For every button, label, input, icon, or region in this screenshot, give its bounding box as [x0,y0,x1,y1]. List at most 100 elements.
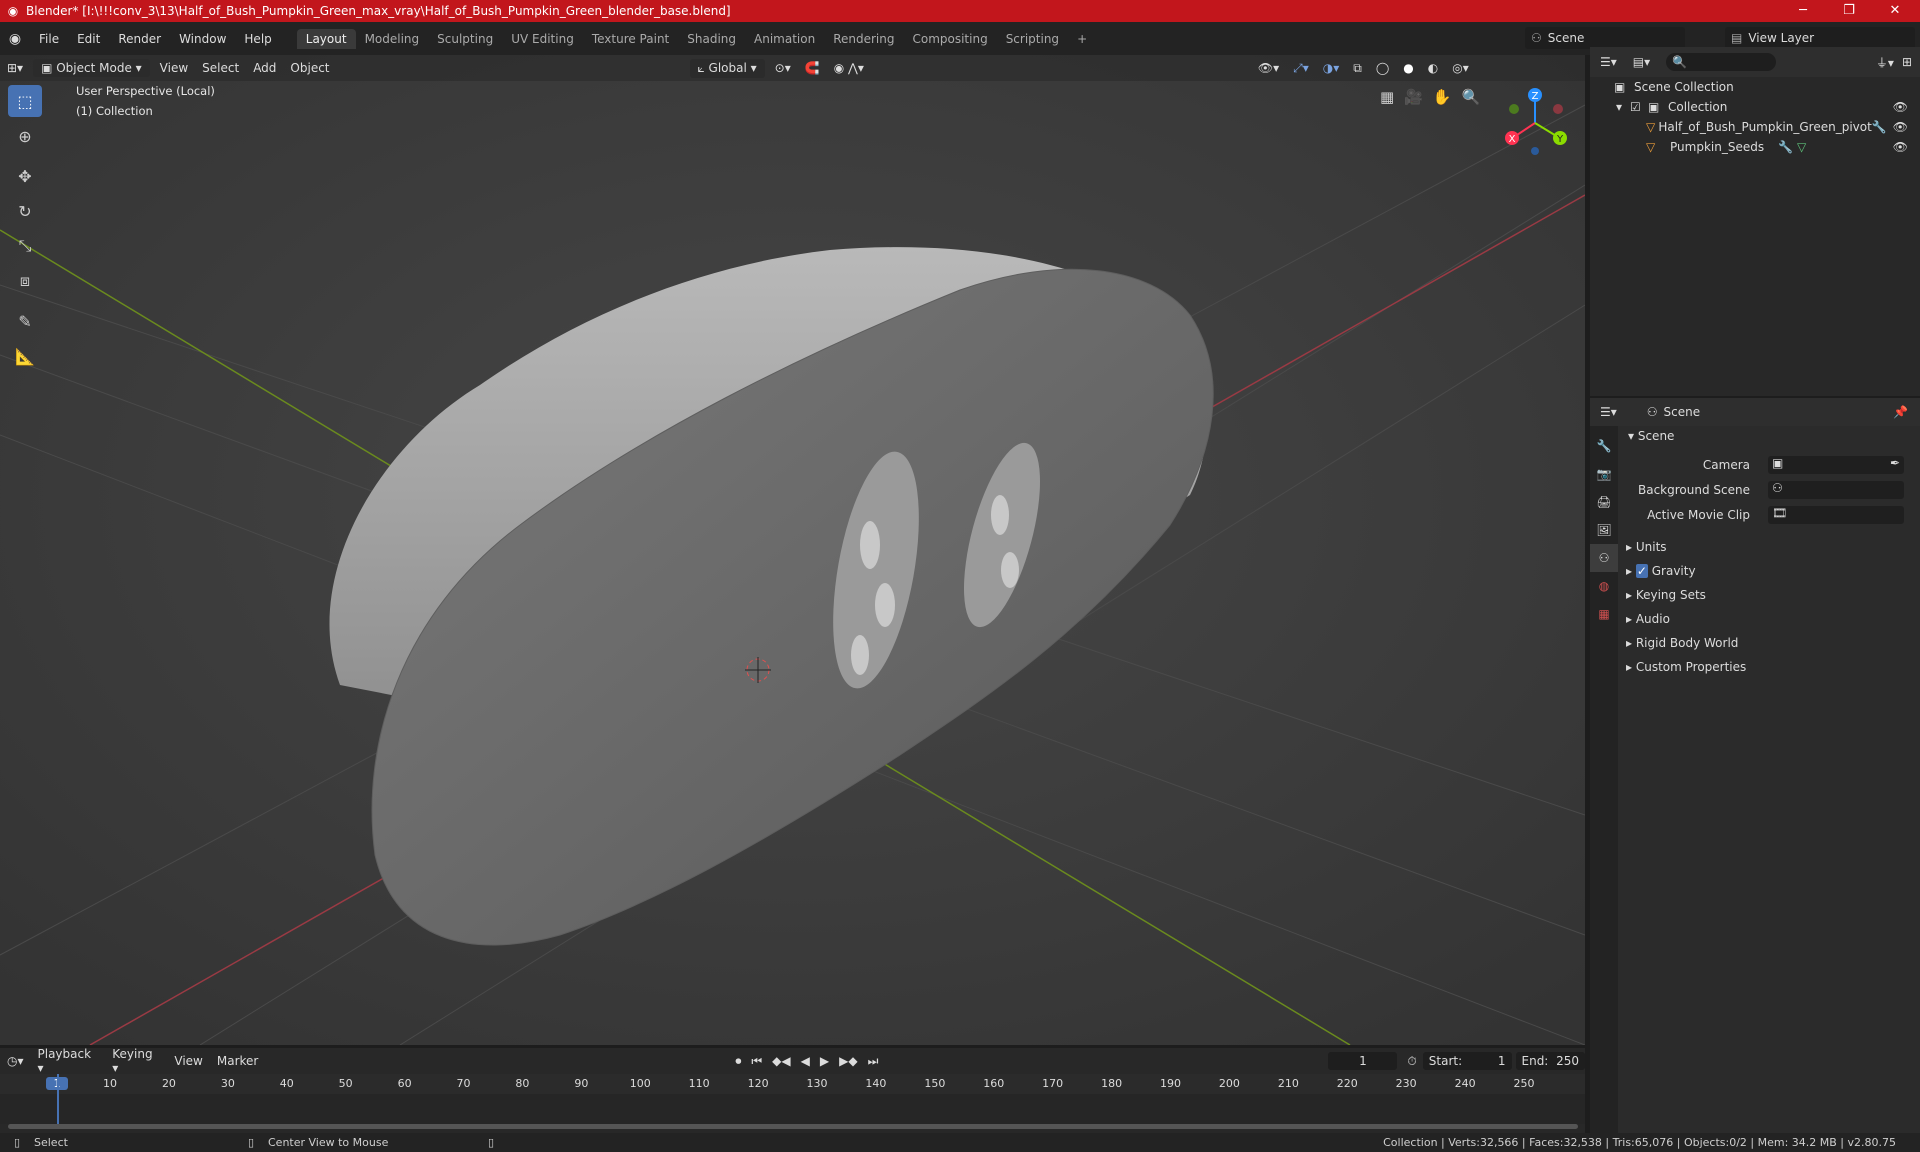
menu-help[interactable]: Help [235,32,280,46]
eyedropper-icon[interactable]: ✒ [1890,456,1904,470]
start-frame-field[interactable]: Start: 1 [1422,1052,1512,1070]
timeline-menu-keying[interactable]: Keying ▾ [105,1045,167,1077]
zoom-icon[interactable]: 🔍 [1462,88,1481,106]
menu-window[interactable]: Window [170,32,235,46]
visibility-eye-icon[interactable]: 👁 [1893,100,1920,114]
active-movie-clip-field[interactable]: 🎞 [1768,506,1904,524]
tool-tab-icon[interactable]: 🔧 [1590,432,1618,460]
timeline-editor-type-icon[interactable]: ◷▾ [0,1052,31,1070]
rendered-shading-icon[interactable]: ◎▾ [1445,59,1476,77]
scene-section-header[interactable]: ▾ Scene [1628,429,1674,443]
panel-units[interactable]: ▸ Units [1626,540,1667,554]
tab-compositing[interactable]: Compositing [903,29,996,49]
scene-selector[interactable]: ⚇ Scene [1525,27,1685,49]
tab-modeling[interactable]: Modeling [356,29,429,49]
panel-audio[interactable]: ▸ Audio [1626,612,1670,626]
visibility-icon[interactable]: 👁▾ [1251,59,1286,77]
tab-texture-paint[interactable]: Texture Paint [583,29,678,49]
mesh-data-icon[interactable]: ▽ [1797,140,1806,154]
expand-arrow-icon[interactable]: ▾ [1590,100,1630,114]
checkbox-icon[interactable]: ☑ [1630,100,1648,114]
view-layer-selector[interactable]: ▤ View Layer [1725,27,1915,49]
outliner-row-scene-collection[interactable]: ▣ Scene Collection [1590,77,1920,97]
keyframe-area[interactable] [0,1094,1585,1124]
select-box-icon[interactable]: ⬚ [8,85,42,117]
outliner-row-object[interactable]: ▽ Half_of_Bush_Pumpkin_Green_pivot 🔧 👁 [1590,117,1920,137]
menu-edit[interactable]: Edit [68,32,109,46]
modifier-wrench-icon[interactable]: 🔧 [1872,120,1887,134]
viewport-menu-object[interactable]: Object [283,59,336,77]
tab-animation[interactable]: Animation [745,29,824,49]
outliner-row-collection[interactable]: ▾ ☑ ▣ Collection 👁 [1590,97,1920,117]
mode-dropdown[interactable]: ▣ Object Mode ▾ [33,59,150,77]
add-workspace-icon[interactable]: + [1068,29,1096,49]
transform-tool-icon[interactable]: ⧈ [8,265,42,297]
editor-type-icon[interactable]: ⊞▾ [0,59,30,77]
menu-file[interactable]: File [30,32,68,46]
jump-end-icon[interactable]: ⏭ [868,1054,879,1069]
annotate-tool-icon[interactable]: ✎ [8,305,42,337]
current-frame-field[interactable]: 1 [1328,1052,1398,1070]
background-scene-field[interactable]: ⚇ [1768,481,1904,499]
play-icon[interactable]: ▶ [820,1054,829,1069]
xray-icon[interactable]: ⧉ [1346,59,1369,78]
viewport-menu-add[interactable]: Add [246,59,283,77]
timeline-menu-view[interactable]: View [167,1052,209,1070]
move-tool-icon[interactable]: ✥ [8,160,42,192]
navigation-gizmo[interactable]: Z X Y [1500,85,1570,155]
maximize-icon[interactable]: ❐ [1826,0,1872,22]
tab-scripting[interactable]: Scripting [997,29,1068,49]
scene-tab-icon[interactable]: ⚇ [1590,544,1618,572]
proportional-editing-icon[interactable]: ◉ ⋀▾ [827,59,871,77]
outliner-search-input[interactable] [1687,56,1768,68]
viewport-menu-view[interactable]: View [153,59,195,77]
transform-orientation-dropdown[interactable]: ⟀ Global ▾ [689,58,765,78]
overlays-icon[interactable]: ◑▾ [1316,59,1347,77]
scale-tool-icon[interactable]: ⤡ [8,230,42,262]
tab-sculpting[interactable]: Sculpting [428,29,502,49]
measure-tool-icon[interactable]: 📐 [8,340,42,372]
viewport-menu-select[interactable]: Select [195,59,246,77]
stopwatch-icon[interactable]: ⏱ [1407,1054,1416,1069]
outliner-row-object[interactable]: ▽ Pumpkin_Seeds 🔧 ▽ 👁 [1590,137,1920,157]
outliner-editor-type-icon[interactable]: ☰▾ [1590,55,1627,69]
camera-field[interactable]: ▣ ✒ [1768,456,1904,474]
pin-icon[interactable]: 📌 [1893,405,1920,419]
tab-layout[interactable]: Layout [296,28,356,49]
new-collection-icon[interactable]: ⊞ [1902,55,1920,69]
solid-shading-icon[interactable]: ● [1396,59,1420,77]
3d-viewport[interactable]: ⊞▾ ▣ Object Mode ▾ View Select Add Objec… [0,55,1585,1045]
timeline-menu-marker[interactable]: Marker [210,1052,265,1070]
panel-keying-sets[interactable]: ▸ Keying Sets [1626,588,1706,602]
wireframe-shading-icon[interactable]: ◯ [1369,59,1396,77]
modifier-wrench-icon[interactable]: 🔧 [1778,140,1793,154]
panel-gravity[interactable]: ▸ ✓ Gravity [1626,564,1696,578]
visibility-eye-icon[interactable]: 👁 [1893,140,1920,154]
menu-render[interactable]: Render [109,32,170,46]
record-icon[interactable]: ⏺ [735,1054,741,1069]
rotate-tool-icon[interactable]: ↻ [8,195,42,227]
blender-menu-icon[interactable]: ◉ [0,31,30,47]
gizmo-toggle-icon[interactable]: ⤢▾ [1286,59,1316,78]
display-mode-icon[interactable]: ▤▾ [1627,55,1656,69]
snap-icon[interactable]: 🧲 [798,59,827,77]
end-frame-field[interactable]: End: 250 [1515,1052,1586,1070]
next-keyframe-icon[interactable]: ▶◆ [839,1054,857,1069]
visibility-eye-icon[interactable]: 👁 [1887,120,1920,134]
jump-start-icon[interactable]: ⏮ [751,1054,762,1069]
playhead-line[interactable] [57,1074,59,1124]
filter-icon[interactable]: ⏚▾ [1868,54,1902,71]
tab-shading[interactable]: Shading [678,29,745,49]
texture-tab-icon[interactable]: ▦ [1590,600,1618,628]
minimize-icon[interactable]: ─ [1780,0,1826,22]
tab-rendering[interactable]: Rendering [824,29,903,49]
toggle-camera-view-icon[interactable]: ▦ [1380,88,1394,106]
properties-editor-type-icon[interactable]: ☰▾ [1590,405,1627,419]
material-shading-icon[interactable]: ◐ [1421,59,1445,77]
pivot-point-icon[interactable]: ⊙▾ [768,59,798,77]
tab-uv-editing[interactable]: UV Editing [502,29,583,49]
timeline-menu-playback[interactable]: Playback ▾ [31,1045,106,1077]
outliner-search[interactable]: 🔍 [1666,53,1777,71]
camera-icon[interactable]: 🎥 [1404,88,1423,106]
prev-keyframe-icon[interactable]: ◆◀ [772,1054,790,1069]
